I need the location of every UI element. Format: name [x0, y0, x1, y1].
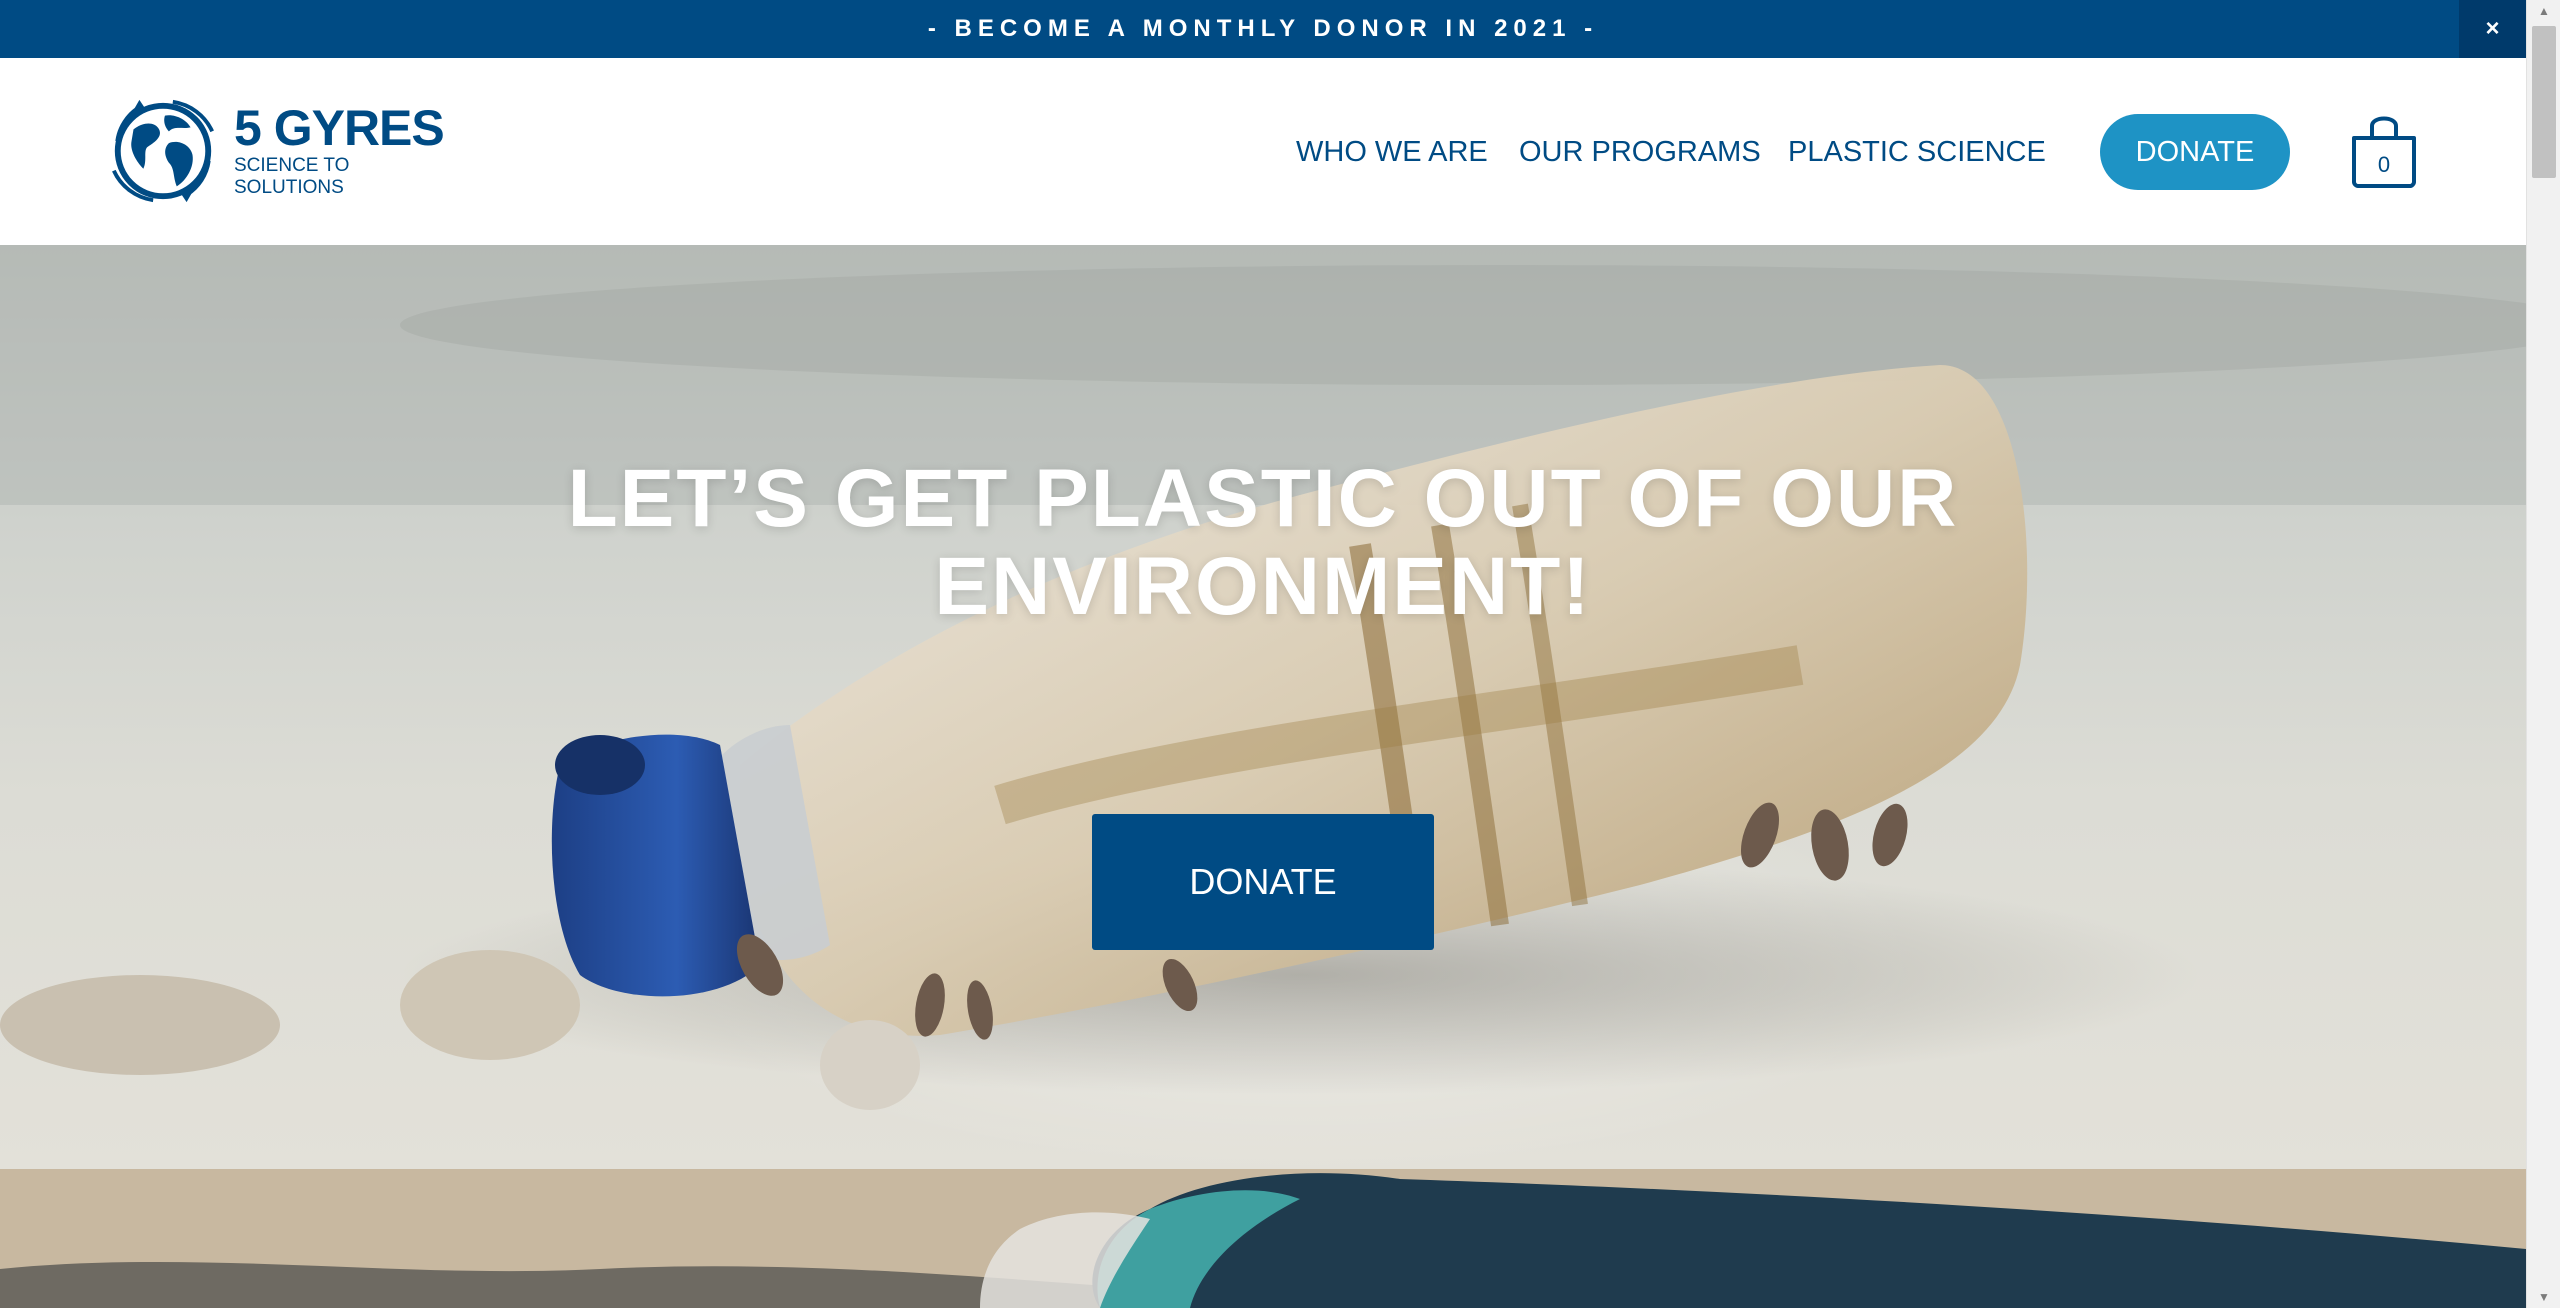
- ocean-wave-image: [0, 1169, 2526, 1308]
- close-icon: ×: [2485, 15, 2500, 42]
- cart-button[interactable]: 0: [2348, 110, 2420, 188]
- scroll-down-arrow-icon[interactable]: ▼: [2527, 1286, 2560, 1308]
- nav-plastic-science[interactable]: PLASTIC SCIENCE: [1788, 134, 2046, 170]
- announcement-text[interactable]: - BECOME A MONTHLY DONOR IN 2021 -: [928, 15, 1598, 43]
- announcement-bar[interactable]: - BECOME A MONTHLY DONOR IN 2021 -: [0, 0, 2526, 58]
- hero-section: LET’S GET PLASTIC OUT OF OUR ENVIRONMENT…: [0, 245, 2526, 1169]
- nav-who-we-are[interactable]: WHO WE ARE: [1296, 134, 1488, 170]
- page-scrollbar[interactable]: ▲ ▼: [2526, 0, 2560, 1308]
- nav-our-programs[interactable]: OUR PROGRAMS: [1519, 134, 1761, 170]
- scroll-up-arrow-icon[interactable]: ▲: [2527, 0, 2560, 22]
- scrollbar-thumb[interactable]: [2532, 26, 2556, 178]
- hero-title: LET’S GET PLASTIC OUT OF OUR ENVIRONMENT…: [567, 453, 1959, 632]
- wave-section-preview: [0, 1169, 2526, 1308]
- header-donate-button[interactable]: DONATE: [2100, 114, 2290, 190]
- plastic-bottle-beach-image: [0, 245, 2526, 1110]
- cart-count: 0: [2377, 152, 2391, 177]
- site-header: 5 GYRES SCIENCE TO SOLUTIONS WHO WE ARE …: [0, 58, 2526, 245]
- close-announcement-button[interactable]: ×: [2459, 0, 2526, 58]
- hero-donate-button[interactable]: DONATE: [1092, 814, 1434, 950]
